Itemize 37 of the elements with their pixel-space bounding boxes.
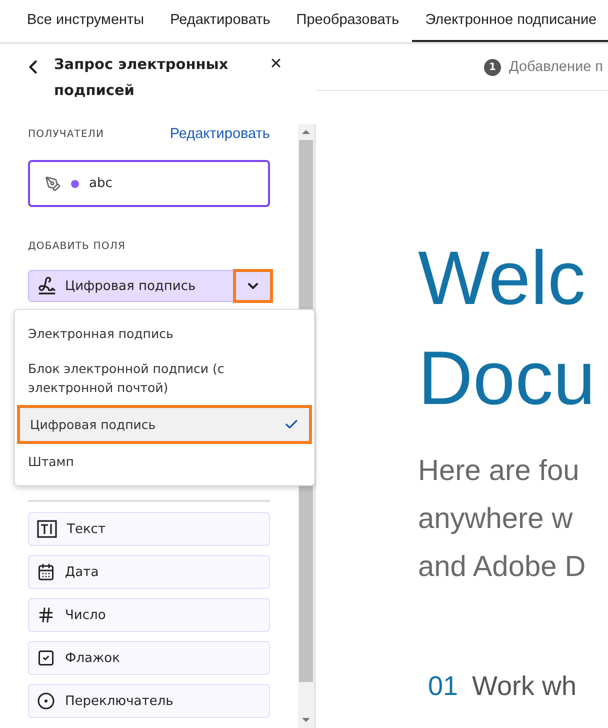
hash-icon xyxy=(37,606,55,624)
close-icon[interactable] xyxy=(269,56,283,70)
calendar-icon xyxy=(37,563,55,581)
intro-text: anywhere w xyxy=(418,502,574,537)
tab[interactable]: Редактировать xyxy=(157,0,284,42)
field-item[interactable]: Дата xyxy=(28,555,270,589)
field-item[interactable]: Переключатель xyxy=(28,684,270,718)
section-label: ДОБАВИТЬ ПОЛЯ xyxy=(28,241,126,252)
recipient-card[interactable]: abc xyxy=(28,160,270,207)
tab[interactable]: Преобразовать xyxy=(283,0,412,42)
panel-title: Запрос электронных подписей xyxy=(54,56,230,101)
document-heading: Docu xyxy=(418,335,596,423)
intro-text: Here are fou xyxy=(418,454,580,489)
menu-item[interactable]: Штамп xyxy=(15,444,314,479)
radio-icon xyxy=(37,692,55,710)
step-label: Добавление п xyxy=(509,59,604,75)
document-heading: Welc xyxy=(418,235,587,323)
recipient-name: abc xyxy=(89,176,112,191)
signature-icon xyxy=(37,276,57,296)
edit-link[interactable]: Редактировать xyxy=(170,126,270,142)
field-item[interactable]: Флажок xyxy=(28,641,270,675)
menu-item[interactable]: Электронная подпись xyxy=(15,316,314,351)
tab[interactable]: Электронное подписание xyxy=(412,0,608,42)
tab[interactable]: Все инструменты xyxy=(14,0,158,42)
section-title: Work wh xyxy=(472,671,577,702)
text-box-icon xyxy=(37,520,57,538)
menu-item[interactable]: Блок электронной подписи (с электронной почтой) xyxy=(15,351,314,405)
field-item[interactable]: Текст xyxy=(28,512,270,546)
field-item[interactable]: Число xyxy=(28,598,270,632)
checkbox-icon xyxy=(37,649,55,667)
pen-icon xyxy=(45,176,61,192)
section-number: 01 xyxy=(428,671,458,702)
signature-field-button[interactable]: Цифровая подпись xyxy=(28,270,272,302)
section-label: ПОЛУЧАТЕЛИ xyxy=(28,128,104,140)
menu-item[interactable]: Цифровая подпись xyxy=(17,405,312,444)
step-number: 1 xyxy=(484,58,501,76)
intro-text: and Adobe D xyxy=(418,550,587,585)
